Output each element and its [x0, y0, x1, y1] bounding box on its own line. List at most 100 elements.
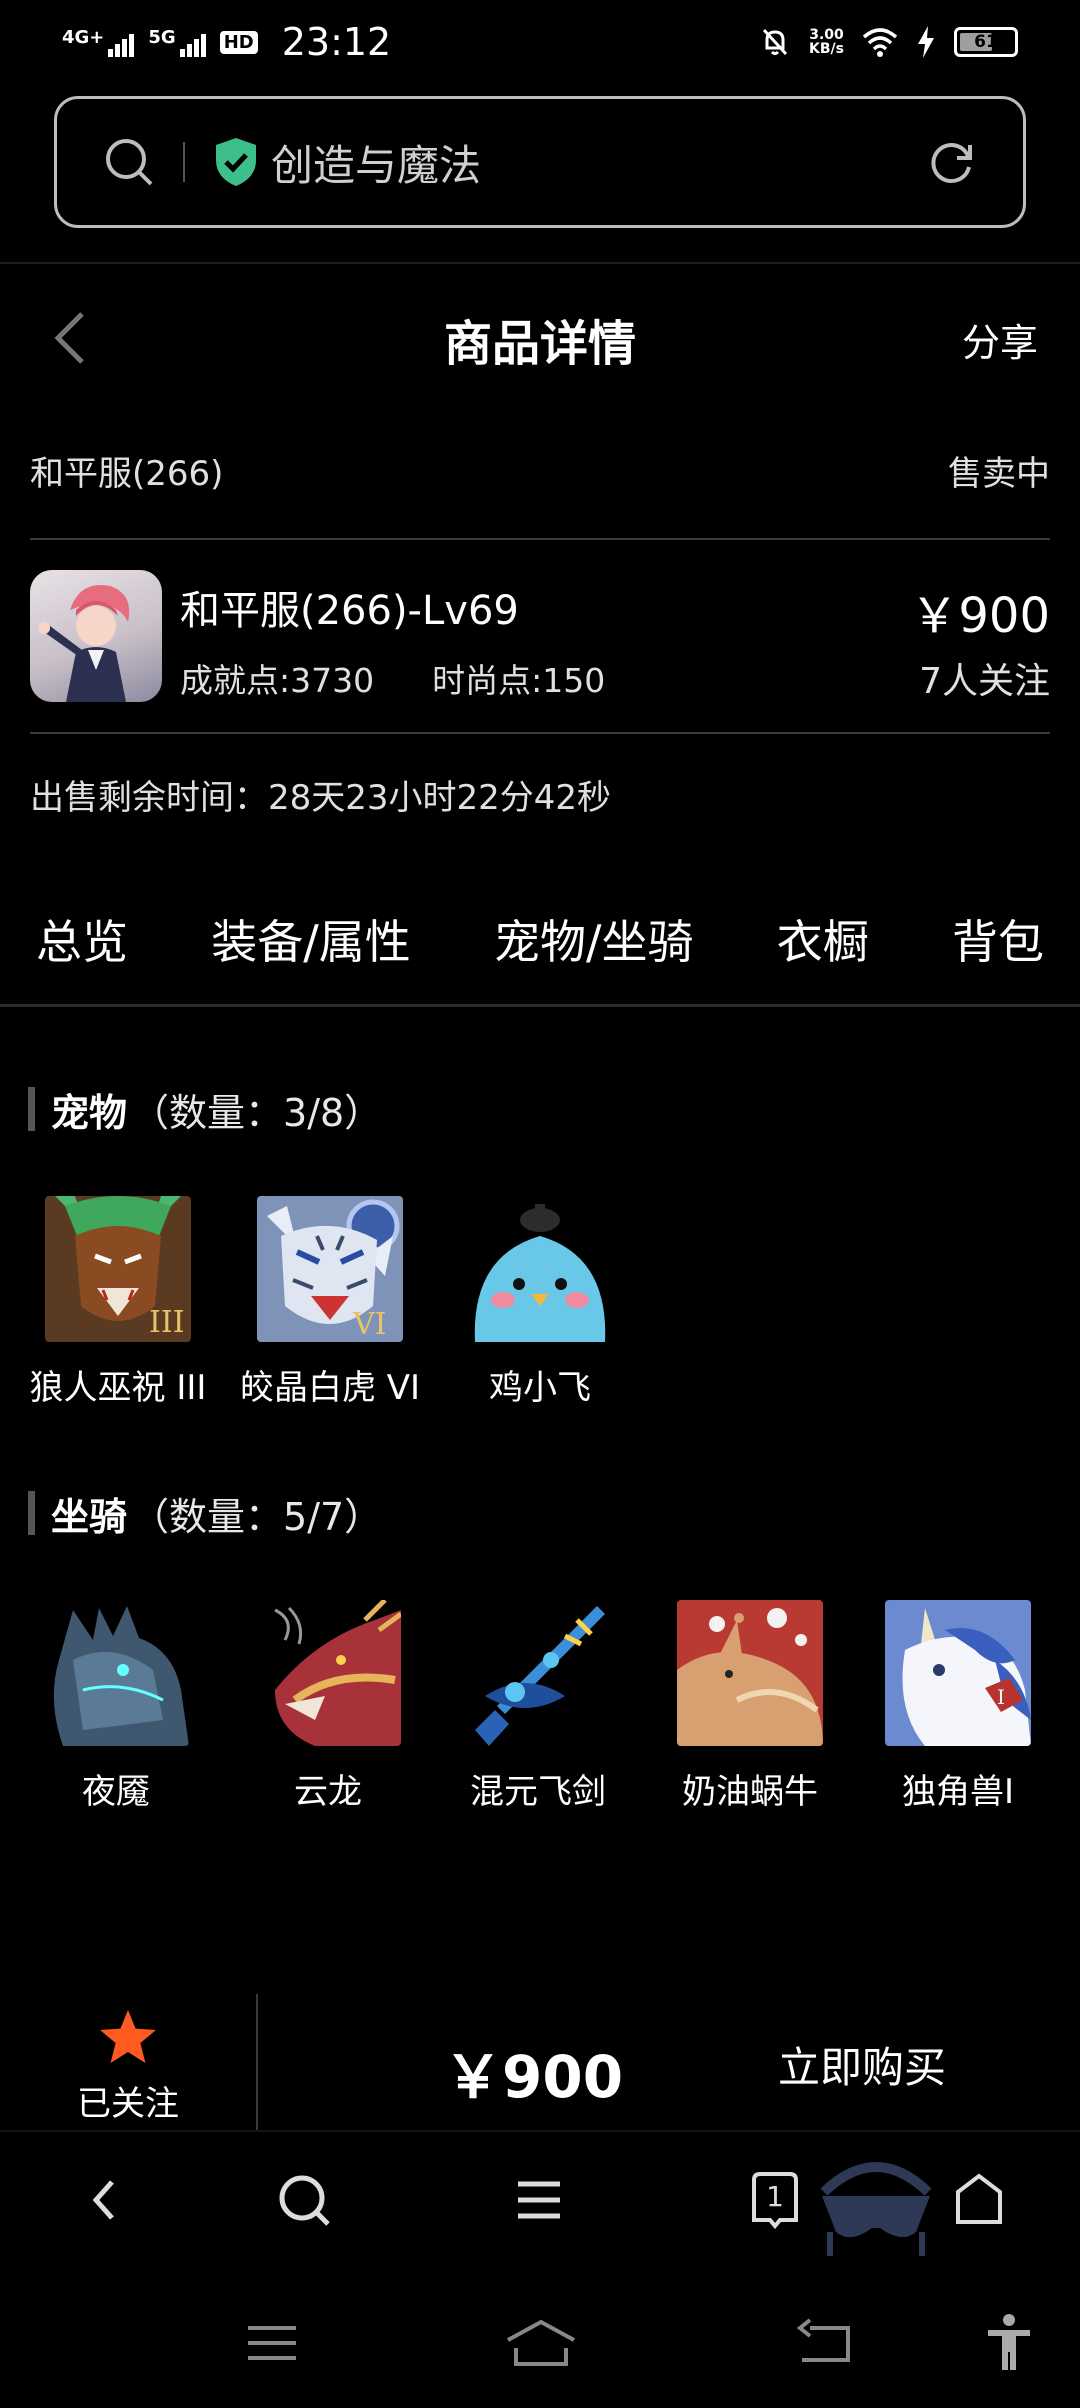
star-icon [100, 2010, 156, 2063]
unicorn-icon: I [885, 1600, 1031, 1746]
security-shield-icon [216, 138, 256, 186]
site-title: 创造与魔法 [271, 140, 482, 190]
hd-voice-icon: HD [219, 30, 258, 54]
address-divider [183, 142, 185, 182]
svg-text:III: III [149, 1305, 185, 1340]
tab-wardrobe[interactable]: 衣橱 [777, 906, 869, 972]
mount-item[interactable]: 奶油蜗牛 [650, 1600, 850, 1813]
follow-label: 已关注 [77, 2084, 179, 2124]
home-icon[interactable] [952, 2170, 1006, 2230]
page-title: 商品详情 [443, 316, 636, 372]
tab-pets-mounts[interactable]: 宠物/坐骑 [494, 906, 694, 972]
pet-name: 皎晶白虎 VI [239, 1368, 421, 1408]
sale-status: 售卖中 [948, 454, 1050, 494]
cloud-dragon-icon [255, 1600, 401, 1746]
speed-unit: KB/s [809, 41, 844, 57]
mount-name: 夜魇 [82, 1772, 150, 1812]
mount-name: 奶油蜗牛 [682, 1772, 818, 1812]
address-bar[interactable]: 创造与魔法 [54, 96, 1026, 228]
pet-item[interactable]: VI 皎晶白虎 VI [230, 1196, 430, 1409]
pet-name: 鸡小飞 [489, 1368, 591, 1408]
tab-count: 1 [766, 2180, 784, 2213]
follow-button[interactable]: 已关注 [0, 1994, 256, 2130]
mute-bell-icon [762, 28, 788, 56]
tabs-button[interactable]: 1 [748, 2170, 802, 2230]
sunglasses-mascot-icon[interactable] [816, 2152, 936, 2262]
pet-name: 狼人巫祝 III [29, 1368, 207, 1408]
back-icon[interactable] [84, 2170, 124, 2230]
reload-icon[interactable] [927, 137, 977, 187]
browser-toolbar: 1 [0, 2130, 1080, 2280]
svg-text:I: I [997, 1685, 1005, 1709]
product-stats: 成就点:3730 时尚点:150 [180, 654, 605, 702]
purchase-bar: 已关注 ￥900 立即购买 [0, 1994, 1080, 2130]
tab-backpack[interactable]: 背包 [952, 906, 1044, 972]
divider [256, 1994, 258, 2130]
section-count: （数量：3/8） [131, 1090, 383, 1135]
pets-section-title: 宠物 （数量：3/8） [28, 1084, 383, 1135]
divider [30, 732, 1050, 734]
mount-name: 云龙 [294, 1772, 362, 1812]
menu-icon[interactable] [514, 2170, 564, 2230]
server-name: 和平服(266) [30, 454, 224, 494]
product-price: ￥900 [910, 588, 1050, 644]
battery-level: 61 [974, 32, 998, 52]
fashion-points: 时尚点:150 [432, 661, 606, 700]
remaining-time: 出售剩余时间：28天23小时22分42秒 [30, 778, 612, 818]
mounts-section-title: 坐骑 （数量：5/7） [28, 1488, 383, 1539]
recent-apps-icon[interactable] [244, 2318, 300, 2368]
flying-sword-icon [465, 1600, 611, 1746]
section-count: （数量：5/7） [131, 1494, 383, 1539]
werewolf-pet-icon: III [45, 1196, 191, 1342]
cream-snail-icon [677, 1600, 823, 1746]
system-home-icon[interactable] [504, 2318, 578, 2368]
section-name: 宠物 [51, 1090, 128, 1135]
divider [0, 262, 1080, 264]
mount-item[interactable]: 混元飞剑 [438, 1600, 638, 1813]
product-card[interactable]: 和平服(266)-Lv69 成就点:3730 时尚点:150 ￥900 7人关注 [30, 568, 1050, 704]
search-icon[interactable] [276, 2170, 332, 2230]
signal-icon: 4G+ [62, 27, 135, 57]
white-tiger-pet-icon: VI [257, 1196, 403, 1342]
pet-item[interactable]: 鸡小飞 [440, 1196, 640, 1409]
tab-overview[interactable]: 总览 [36, 906, 128, 972]
system-back-icon[interactable] [796, 2318, 852, 2368]
accessibility-icon[interactable] [984, 2312, 1034, 2372]
divider [0, 1004, 1080, 1007]
network-type-2: 5G [148, 27, 176, 48]
character-avatar [30, 570, 162, 702]
section-marker [28, 1087, 35, 1131]
mount-name: 混元飞剑 [470, 1772, 606, 1812]
status-bar: 4G+ 5G HD 23:12 3.00 KB/s 61 [0, 0, 1080, 84]
signal-icon: 5G [148, 27, 206, 57]
mount-item[interactable]: I 独角兽I [858, 1600, 1058, 1813]
charging-icon [918, 26, 934, 58]
server-row: 和平服(266) 售卖中 [30, 446, 1050, 496]
page-header: 商品详情 分享 [0, 290, 1080, 380]
speed-value: 3.00 [809, 27, 844, 43]
system-nav-bar [0, 2280, 1080, 2408]
detail-tabs: 总览 装备/属性 宠物/坐骑 衣橱 背包 [0, 906, 1080, 972]
tab-equipment[interactable]: 装备/属性 [211, 906, 411, 972]
follower-count: 7人关注 [919, 661, 1050, 702]
nightmare-horse-icon [43, 1600, 189, 1746]
mount-item[interactable]: 夜魇 [16, 1600, 216, 1813]
section-name: 坐骑 [51, 1494, 128, 1539]
network-type-1: 4G+ [62, 27, 105, 48]
achievement-points: 成就点:3730 [180, 661, 375, 700]
share-button[interactable]: 分享 [962, 312, 1038, 367]
mount-name: 独角兽I [901, 1772, 1015, 1812]
product-name: 和平服(266)-Lv69 [180, 588, 519, 634]
divider [30, 538, 1050, 540]
search-icon[interactable] [103, 136, 155, 188]
clock: 23:12 [281, 20, 392, 64]
mount-item[interactable]: 云龙 [228, 1600, 428, 1813]
blue-chick-pet-icon [467, 1196, 613, 1342]
section-marker [28, 1491, 35, 1535]
pet-item[interactable]: III 狼人巫祝 III [18, 1196, 218, 1409]
network-speed: 3.00 KB/s [809, 28, 844, 56]
total-price: ￥900 [444, 2043, 624, 2111]
buy-now-button[interactable]: 立即购买 [778, 2034, 946, 2095]
battery-icon: 61 [954, 27, 1018, 57]
svg-text:VI: VI [352, 1307, 387, 1342]
